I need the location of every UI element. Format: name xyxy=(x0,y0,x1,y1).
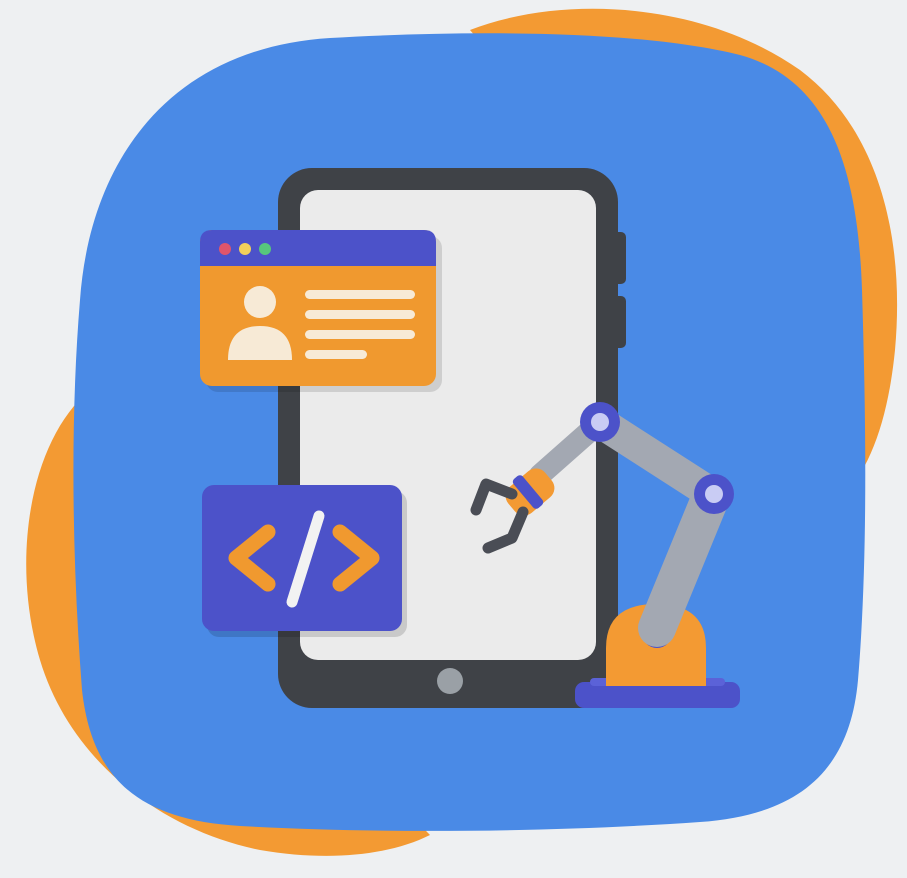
profile-card-titlebar xyxy=(200,230,436,266)
text-line-3 xyxy=(305,330,415,339)
illustration xyxy=(26,8,898,856)
robot-elbow-joint-center xyxy=(705,485,723,503)
window-dot-yellow xyxy=(239,243,251,255)
text-line-2 xyxy=(305,310,415,319)
code-tag-icon xyxy=(202,485,407,637)
window-dot-green xyxy=(259,243,271,255)
tablet-home-button xyxy=(437,668,463,694)
text-line-1 xyxy=(305,290,415,299)
window-dot-red xyxy=(219,243,231,255)
profile-window-icon xyxy=(200,230,442,392)
avatar-head xyxy=(244,286,276,318)
robot-shoulder-joint-center xyxy=(591,413,609,431)
text-line-4 xyxy=(305,350,367,359)
